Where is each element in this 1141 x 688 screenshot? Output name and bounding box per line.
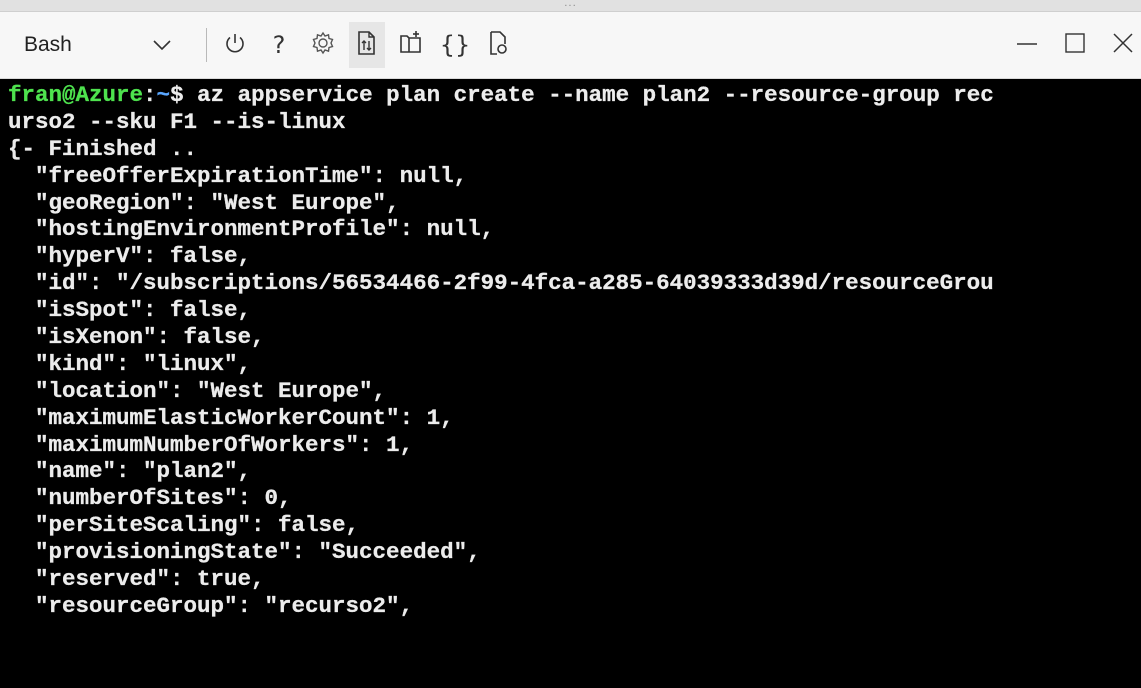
minimize-button[interactable] <box>1003 12 1051 78</box>
prompt-symbol: $ <box>170 82 198 108</box>
upload-download-button[interactable] <box>349 22 385 68</box>
terminal-output-line: urso2 --sku F1 --is-linux <box>8 108 346 135</box>
web-preview-button[interactable] <box>481 22 517 68</box>
terminal-output-line: "maximumElasticWorkerCount": 1, <box>8 404 454 431</box>
question-icon: ? <box>272 31 286 59</box>
maximize-icon <box>1064 32 1086 59</box>
close-icon <box>1112 32 1134 59</box>
upload-download-icon <box>355 30 379 61</box>
terminal-output-line: "name": "plan2", <box>8 458 252 485</box>
close-button[interactable] <box>1099 12 1141 78</box>
terminal-output[interactable]: fran@Azure:~$ az appservice plan create … <box>0 79 1141 688</box>
cloud-shell-window: ... Bash ? {} fran@Azure:~$ az appservic… <box>0 0 1141 688</box>
minimize-icon <box>1015 31 1039 60</box>
settings-button[interactable] <box>305 22 341 68</box>
terminal-output-line: "maximumNumberOfWorkers": 1, <box>8 431 414 458</box>
terminal-output-lines: urso2 --sku F1 --is-linux {- Finished .. … <box>8 109 1141 620</box>
power-icon <box>223 31 247 60</box>
help-button[interactable]: ? <box>261 22 297 68</box>
toolbar-divider <box>206 28 207 62</box>
web-preview-icon <box>487 30 511 61</box>
terminal-output-line: "isXenon": false, <box>8 324 265 351</box>
cloud-shell-toolbar: Bash ? {} <box>0 12 1141 79</box>
terminal-prompt-line: fran@Azure:~$ az appservice plan create … <box>8 82 1141 109</box>
terminal-output-line: "geoRegion": "West Europe", <box>8 189 400 216</box>
terminal-output-line: "isSpot": false, <box>8 297 252 324</box>
new-session-icon <box>398 30 424 61</box>
editor-button[interactable]: {} <box>437 22 473 68</box>
terminal-output-line: "kind": "linux", <box>8 350 252 377</box>
terminal-command: az appservice plan create --name plan2 -… <box>197 82 994 108</box>
prompt-separator: : <box>143 82 157 108</box>
gear-icon <box>310 30 336 61</box>
terminal-output-line: "resourceGroup": "recurso2", <box>8 592 414 619</box>
shell-type-dropdown[interactable]: Bash <box>0 12 194 78</box>
terminal-output-line: "hyperV": false, <box>8 243 252 270</box>
restart-button[interactable] <box>217 22 253 68</box>
braces-icon: {} <box>439 31 471 59</box>
terminal-output-line: {- Finished .. <box>8 135 198 162</box>
terminal-output-line: "id": "/subscriptions/56534466-2f99-4fca… <box>8 270 994 297</box>
new-session-button[interactable] <box>393 22 429 68</box>
prompt-user-host: fran@Azure <box>8 82 144 108</box>
terminal-output-line: "reserved": true, <box>8 566 265 593</box>
prompt-path: ~ <box>156 82 171 108</box>
terminal-output-line: "freeOfferExpirationTime": null, <box>8 162 468 189</box>
shell-type-label: Bash <box>24 33 72 56</box>
chevron-down-icon <box>151 34 173 56</box>
terminal-output-line: "location": "West Europe", <box>8 377 387 404</box>
drag-handle-icon[interactable]: ... <box>564 0 577 9</box>
terminal-output-line: "hostingEnvironmentProfile": null, <box>8 216 495 243</box>
terminal-output-line: "numberOfSites": 0, <box>8 485 292 512</box>
terminal-output-line: "perSiteScaling": false, <box>8 512 360 539</box>
terminal-output-line: "provisioningState": "Succeeded", <box>8 539 481 566</box>
maximize-button[interactable] <box>1051 12 1099 78</box>
window-controls <box>1003 12 1141 78</box>
resize-grip-bar[interactable]: ... <box>0 0 1141 12</box>
